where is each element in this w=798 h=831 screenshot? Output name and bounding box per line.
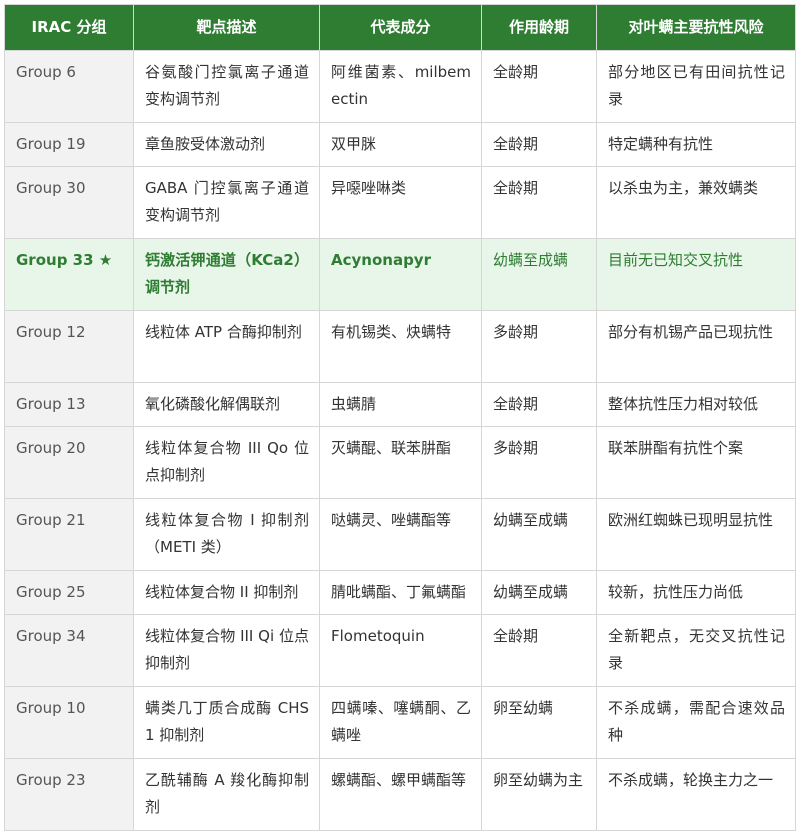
table-row: Group 25 线粒体复合物 II 抑制剂 腈吡螨酯、丁氟螨酯 幼螨至成螨 较… — [4, 570, 796, 615]
group-cell: Group 21 — [4, 498, 134, 571]
risk-cell: 部分有机锡产品已现抗性 — [596, 310, 796, 383]
stage-cell: 卵至幼螨为主 — [481, 758, 597, 831]
table-row: Group 13 氧化磷酸化解偶联剂 虫螨腈 全龄期 整体抗性压力相对较低 — [4, 382, 796, 427]
stage-cell: 卵至幼螨 — [481, 686, 597, 759]
target-cell: 线粒体复合物 I 抑制剂（METI 类） — [133, 498, 320, 571]
risk-cell: 特定螨种有抗性 — [596, 122, 796, 167]
target-cell: 章鱼胺受体激动剂 — [133, 122, 320, 167]
header-stage: 作用龄期 — [481, 4, 597, 51]
header-target: 靶点描述 — [133, 4, 320, 51]
ingredients-cell: 螺螨酯、螺甲螨酯等 — [319, 758, 482, 831]
table-row: Group 21 线粒体复合物 I 抑制剂（METI 类） 哒螨灵、唑螨酯等 幼… — [4, 498, 796, 571]
stage-cell: 全龄期 — [481, 382, 597, 427]
ingredients-cell: 阿维菌素、milbemectin — [319, 50, 482, 123]
group-cell: Group 33 ★ — [4, 238, 134, 311]
risk-cell: 不杀成螨，需配合速效品种 — [596, 686, 796, 759]
target-cell: 线粒体复合物 II 抑制剂 — [133, 570, 320, 615]
target-cell: 线粒体复合物 III Qi 位点抑制剂 — [133, 614, 320, 687]
group-cell: Group 13 — [4, 382, 134, 427]
stage-cell: 幼螨至成螨 — [481, 498, 597, 571]
group-cell: Group 34 — [4, 614, 134, 687]
target-cell: 线粒体 ATP 合酶抑制剂 — [133, 310, 320, 383]
group-cell: Group 23 — [4, 758, 134, 831]
group-cell: Group 30 — [4, 166, 134, 239]
header-irac-group: IRAC 分组 — [4, 4, 134, 51]
header-risk: 对叶螨主要抗性风险 — [596, 4, 796, 51]
stage-cell: 多龄期 — [481, 426, 597, 499]
stage-cell: 全龄期 — [481, 614, 597, 687]
stage-cell: 全龄期 — [481, 122, 597, 167]
target-cell: 谷氨酸门控氯离子通道变构调节剂 — [133, 50, 320, 123]
stage-cell: 幼螨至成螨 — [481, 570, 597, 615]
table-row: Group 20 线粒体复合物 III Qo 位点抑制剂 灭螨醌、联苯肼酯 多龄… — [4, 426, 796, 499]
stage-cell: 全龄期 — [481, 50, 597, 123]
ingredients-cell: Acynonapyr — [319, 238, 482, 311]
table-row: Group 23 乙酰辅酶 A 羧化酶抑制剂 螺螨酯、螺甲螨酯等 卵至幼螨为主 … — [4, 758, 796, 831]
target-cell: 线粒体复合物 III Qo 位点抑制剂 — [133, 426, 320, 499]
risk-cell: 联苯肼酯有抗性个案 — [596, 426, 796, 499]
group-cell: Group 6 — [4, 50, 134, 123]
risk-cell: 欧洲红蜘蛛已现明显抗性 — [596, 498, 796, 571]
table-header-row: IRAC 分组 靶点描述 代表成分 作用龄期 对叶螨主要抗性风险 — [4, 4, 796, 51]
target-cell: 螨类几丁质合成酶 CHS1 抑制剂 — [133, 686, 320, 759]
ingredients-cell: 异噁唑啉类 — [319, 166, 482, 239]
risk-cell: 全新靶点，无交叉抗性记录 — [596, 614, 796, 687]
group-cell: Group 19 — [4, 122, 134, 167]
target-cell: 钙激活钾通道（KCa2）调节剂 — [133, 238, 320, 311]
risk-cell: 整体抗性压力相对较低 — [596, 382, 796, 427]
table-row: Group 30 GABA 门控氯离子通道变构调节剂 异噁唑啉类 全龄期 以杀虫… — [4, 166, 796, 239]
risk-cell: 部分地区已有田间抗性记录 — [596, 50, 796, 123]
target-cell: GABA 门控氯离子通道变构调节剂 — [133, 166, 320, 239]
ingredients-cell: 腈吡螨酯、丁氟螨酯 — [319, 570, 482, 615]
ingredients-cell: 灭螨醌、联苯肼酯 — [319, 426, 482, 499]
risk-cell: 不杀成螨，轮换主力之一 — [596, 758, 796, 831]
header-ingredients: 代表成分 — [319, 4, 482, 51]
table-row: Group 6 谷氨酸门控氯离子通道变构调节剂 阿维菌素、milbemectin… — [4, 50, 796, 123]
risk-cell: 较新，抗性压力尚低 — [596, 570, 796, 615]
group-cell: Group 10 — [4, 686, 134, 759]
risk-cell: 目前无已知交叉抗性 — [596, 238, 796, 311]
group-cell: Group 20 — [4, 426, 134, 499]
table-row: Group 12 线粒体 ATP 合酶抑制剂 有机锡类、炔螨特 多龄期 部分有机… — [4, 310, 796, 383]
risk-cell: 以杀虫为主，兼效螨类 — [596, 166, 796, 239]
table-row: Group 19 章鱼胺受体激动剂 双甲脒 全龄期 特定螨种有抗性 — [4, 122, 796, 167]
ingredients-cell: 有机锡类、炔螨特 — [319, 310, 482, 383]
stage-cell: 幼螨至成螨 — [481, 238, 597, 311]
group-cell: Group 25 — [4, 570, 134, 615]
table-row: Group 10 螨类几丁质合成酶 CHS1 抑制剂 四螨嗪、噻螨酮、乙螨唑 卵… — [4, 686, 796, 759]
ingredients-cell: 四螨嗪、噻螨酮、乙螨唑 — [319, 686, 482, 759]
table-row-highlighted: Group 33 ★ 钙激活钾通道（KCa2）调节剂 Acynonapyr 幼螨… — [4, 238, 796, 311]
ingredients-cell: 哒螨灵、唑螨酯等 — [319, 498, 482, 571]
ingredients-cell: 双甲脒 — [319, 122, 482, 167]
ingredients-cell: Flometoquin — [319, 614, 482, 687]
table-row: Group 34 线粒体复合物 III Qi 位点抑制剂 Flometoquin… — [4, 614, 796, 687]
stage-cell: 全龄期 — [481, 166, 597, 239]
target-cell: 乙酰辅酶 A 羧化酶抑制剂 — [133, 758, 320, 831]
ingredients-cell: 虫螨腈 — [319, 382, 482, 427]
group-cell: Group 12 — [4, 310, 134, 383]
stage-cell: 多龄期 — [481, 310, 597, 383]
irac-table: IRAC 分组 靶点描述 代表成分 作用龄期 对叶螨主要抗性风险 Group 6… — [4, 4, 796, 831]
target-cell: 氧化磷酸化解偶联剂 — [133, 382, 320, 427]
